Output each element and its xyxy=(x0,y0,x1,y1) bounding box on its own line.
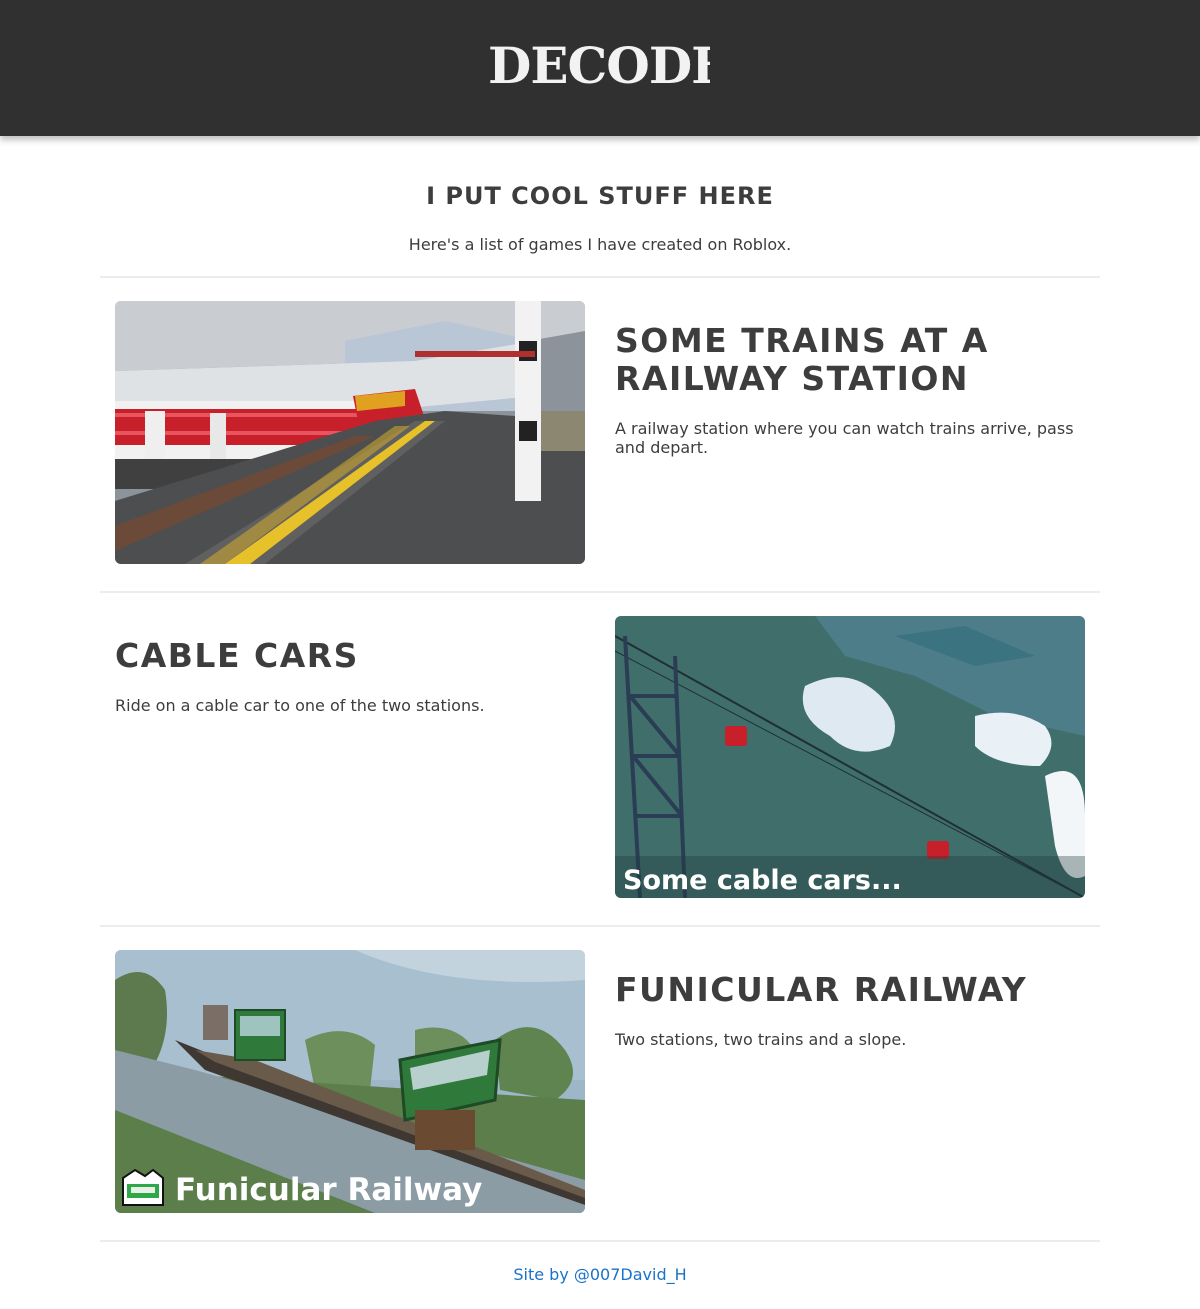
divider xyxy=(100,1240,1100,1242)
divider xyxy=(100,591,1100,593)
game-title-cable-cars: CABLE CARS xyxy=(115,636,359,675)
game-title-funicular: FUNICULAR RAILWAY xyxy=(615,970,1028,1009)
site-logo[interactable]: DECODE xyxy=(488,34,710,98)
funicular-caption: Funicular Railway xyxy=(175,1172,482,1208)
funicular-scene-image: Funicular Railway xyxy=(115,950,585,1213)
site-logo-text: DECODE xyxy=(488,36,710,95)
page-title: I PUT COOL STUFF HERE xyxy=(426,182,774,210)
cable-cars-caption: Some cable cars... xyxy=(623,865,902,896)
game-title-trains: SOME TRAINS AT A RAILWAY STATION xyxy=(615,321,989,398)
page-subtitle: Here's a list of games I have created on… xyxy=(408,235,792,254)
site-header: DECODE xyxy=(0,0,1200,136)
author-credit-link[interactable]: Site by @007David_H xyxy=(0,1265,1200,1284)
divider xyxy=(100,276,1100,278)
trains-screenshot[interactable] xyxy=(115,301,585,564)
game-desc-trains: A railway station where you can watch tr… xyxy=(615,419,1074,457)
cable-cars-screenshot[interactable]: Some cable cars... xyxy=(615,616,1085,898)
game-desc-cable-cars: Ride on a cable car to one of the two st… xyxy=(115,696,485,715)
trains-scene-image xyxy=(115,301,585,564)
divider xyxy=(100,925,1100,927)
funicular-game-icon xyxy=(122,1168,164,1206)
game-desc-funicular: Two stations, two trains and a slope. xyxy=(615,1030,907,1049)
cable-cars-scene-image: Some cable cars... xyxy=(615,616,1085,898)
funicular-screenshot[interactable]: Funicular Railway xyxy=(115,950,585,1213)
